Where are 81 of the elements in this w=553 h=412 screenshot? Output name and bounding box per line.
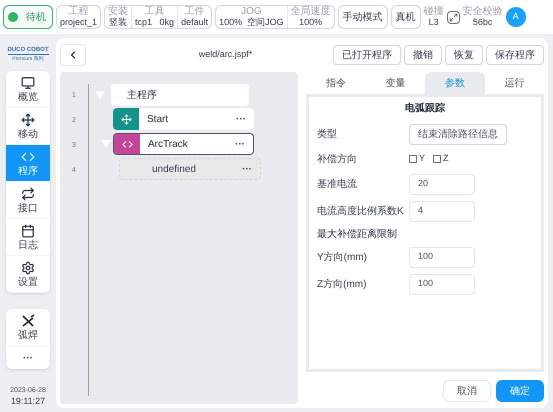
info-value: 100%	[299, 17, 322, 28]
info-label: 工件	[184, 6, 205, 17]
field-label: Z方向(mm)	[317, 278, 368, 292]
more-button[interactable]: ···	[242, 162, 252, 176]
tab[interactable]: 变量	[366, 72, 425, 94]
code-icon	[122, 138, 132, 150]
node-label: ArcTrack	[148, 138, 189, 152]
toolbar-button[interactable]: 已打开程序	[333, 45, 401, 65]
info-value: 100% 空间JOG	[219, 17, 284, 28]
more-button[interactable]: ···	[236, 112, 246, 126]
input-field[interactable]: 4	[409, 200, 475, 222]
expand-icon[interactable]	[446, 10, 460, 24]
toolbar-button[interactable]: 保存程序	[486, 45, 544, 65]
info-value: default	[181, 17, 208, 28]
nav-item[interactable]: 移动	[6, 108, 50, 145]
nav-item[interactable]: 接口	[6, 182, 50, 219]
toolbar-button[interactable]: 撤销	[404, 45, 442, 65]
info-label: 工程	[68, 6, 89, 17]
move-icon	[120, 114, 132, 124]
collision-label: 碰撞	[424, 6, 444, 17]
field-label: 基准电流	[317, 178, 358, 192]
info-value: tcp1 0kg	[135, 17, 174, 28]
nav-label: 程序	[18, 166, 38, 176]
input-field[interactable]: 20	[409, 174, 475, 194]
info-card[interactable]: JOG 100% 空间JOG 全局速度 100%	[215, 5, 335, 29]
nav-item[interactable]: 日志	[6, 219, 50, 256]
cancel-button[interactable]: 取消	[443, 380, 491, 402]
welding-torch-icon	[21, 314, 35, 328]
node-label: Start	[147, 112, 170, 126]
input-field[interactable]: 100	[409, 274, 475, 294]
tab[interactable]: 指令	[306, 72, 366, 94]
info-value: project_1	[60, 17, 98, 28]
info-label: JOG	[241, 6, 262, 17]
command-node[interactable]: ArcTrack ···	[113, 133, 254, 155]
calendar-icon	[21, 224, 35, 238]
safety-value: 56bc	[472, 17, 492, 28]
field-label: 补偿方向	[317, 152, 358, 166]
settings-icon	[21, 260, 35, 274]
real-robot-button[interactable]: 真机	[390, 5, 421, 29]
info-label: 安装	[108, 6, 128, 17]
info-value: 竖装	[109, 17, 128, 28]
node-label: undefined	[152, 162, 196, 176]
file-title: weld/arc.jspf*	[198, 48, 254, 62]
nav-label: 概览	[18, 92, 38, 102]
more-button[interactable]: ···	[235, 136, 245, 152]
nav-item[interactable]: 弧焊	[6, 309, 50, 347]
more-button[interactable]: ···	[6, 347, 50, 369]
move-icon	[21, 112, 35, 126]
safety-label: 安全校验	[462, 6, 503, 17]
checkbox[interactable]: Z	[433, 152, 449, 166]
panel-title: 电弧跟踪	[405, 102, 445, 116]
collision-value: L3	[428, 17, 439, 28]
nav-label: 移动	[18, 128, 38, 140]
nav-item[interactable]: 设置	[6, 256, 50, 293]
input-field[interactable]: 100	[409, 246, 475, 268]
time-text: 19:11:27	[10, 394, 46, 408]
info-label: 工具	[144, 6, 165, 17]
section-label: 最大补偿距离限制	[317, 228, 397, 242]
placeholder-node[interactable]: undefined ···	[119, 158, 261, 180]
monitor-icon	[21, 76, 35, 90]
nav-label: 设置	[18, 276, 38, 288]
mode-button[interactable]: 手动模式	[338, 5, 388, 29]
info-card[interactable]: 安装 竖装 工具 tcp1 0kg 工件 default	[104, 5, 212, 29]
back-button[interactable]	[60, 44, 86, 66]
nav-label: 接口	[18, 202, 38, 214]
field-label: Y方向(mm)	[317, 250, 368, 264]
nav-label: 弧焊	[18, 330, 38, 341]
nav-item[interactable]: 概览	[6, 71, 50, 108]
field-label: 电流高度比例系数K	[317, 204, 405, 218]
info-card[interactable]: 工程 project_1	[56, 5, 102, 29]
program-node[interactable]: 主程序	[111, 84, 249, 106]
toolbar-button[interactable]: 恢复	[445, 45, 483, 65]
field-label: 类型	[317, 128, 338, 142]
nav-label: 日志	[18, 240, 38, 250]
checkbox[interactable]: Y	[409, 152, 426, 166]
tab[interactable]: 运行	[484, 72, 544, 94]
repeat-icon	[21, 186, 35, 200]
status-text: 待机	[26, 10, 46, 24]
type-select[interactable]: 结束清除路径信息	[409, 124, 507, 145]
command-node[interactable]: Start ···	[113, 108, 254, 130]
info-label: 全局速度	[290, 6, 331, 17]
